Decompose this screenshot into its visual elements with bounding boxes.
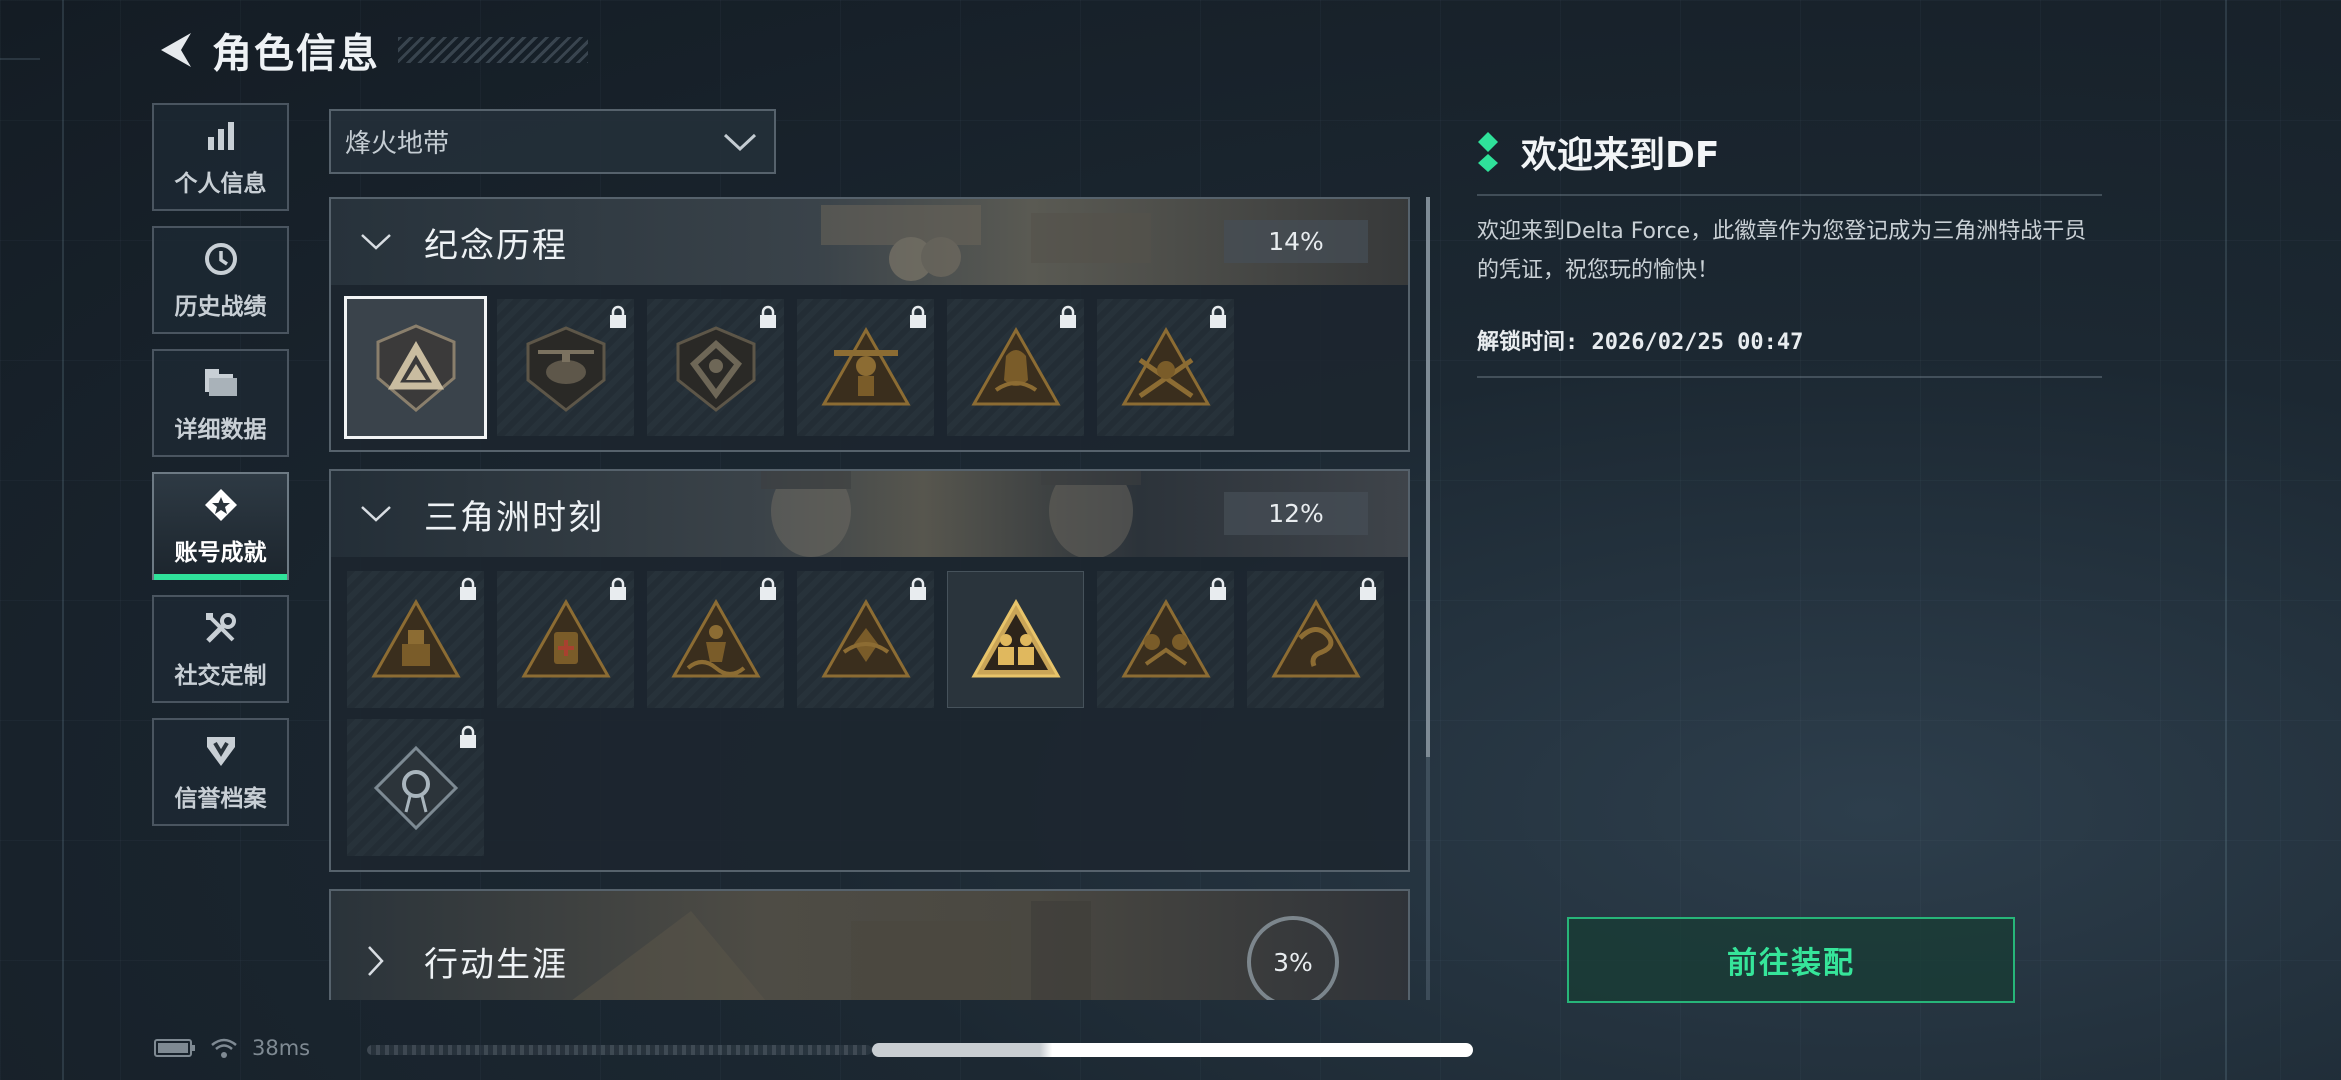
chevron-right-icon — [356, 945, 396, 977]
sidebar-item-credit[interactable]: 信誉档案 — [152, 718, 289, 826]
lock-icon — [1210, 305, 1226, 328]
dropdown-value: 烽火地带 — [345, 129, 450, 159]
scrollbar-thumb[interactable] — [1426, 197, 1430, 757]
section-title: 纪念历程 — [424, 225, 568, 266]
winged-soldier-badge[interactable] — [797, 299, 934, 436]
section-title: 三角洲时刻 — [424, 497, 604, 538]
section-banner-art — [572, 901, 1091, 1000]
system-home-bar[interactable] — [367, 1043, 1473, 1057]
squad-badge[interactable] — [947, 571, 1084, 708]
sidebar-item-personal-info[interactable]: 个人信息 — [152, 103, 289, 211]
badge-grid — [331, 557, 1408, 870]
frame-line — [2225, 0, 2227, 1080]
chevron-down-icon — [356, 233, 396, 251]
sidebar-item-label: 个人信息 — [174, 171, 267, 197]
sidebar-item-label: 历史战绩 — [174, 294, 267, 320]
divider — [1477, 376, 2102, 378]
beast-squad-badge[interactable] — [1097, 571, 1234, 708]
sidebar-item-details[interactable]: 详细数据 — [152, 349, 289, 457]
unlock-time: 解锁时间: 2026/02/25 00:47 — [1477, 330, 1804, 355]
badge-detail-panel: 欢迎来到DF 欢迎来到Delta Force，此徽章作为您登记成为三角洲特战干员… — [1477, 124, 2102, 378]
tools-icon — [201, 608, 241, 648]
list-scrollbar[interactable] — [1426, 197, 1430, 1000]
home-indicator[interactable] — [872, 1043, 1473, 1057]
detail-title: 欢迎来到DF — [1521, 135, 1720, 176]
lock-icon — [610, 577, 626, 600]
section-progress: 3% — [1247, 916, 1339, 1000]
lock-icon — [910, 305, 926, 328]
credit-shield-icon — [201, 731, 241, 771]
folder-icon — [201, 362, 241, 402]
mode-select-dropdown[interactable]: 烽火地带 — [329, 109, 776, 174]
detail-description: 欢迎来到Delta Force，此徽章作为您登记成为三角洲特战干员的凭证，祝您玩… — [1477, 219, 2087, 283]
go-equip-button[interactable]: 前往装配 — [1567, 917, 2015, 1003]
section-header[interactable]: 行动生涯 3% — [331, 891, 1408, 1000]
wave-fighter-badge[interactable] — [647, 571, 784, 708]
bar-chart-icon — [201, 116, 241, 156]
lotus-badge[interactable] — [797, 571, 934, 708]
achievement-list[interactable]: 纪念历程 14% 三角洲时刻 12% 行动生涯 3% — [329, 197, 1410, 1000]
lock-icon — [910, 577, 926, 600]
lock-icon — [610, 305, 626, 328]
wifi-icon — [211, 1038, 237, 1058]
section-header[interactable]: 三角洲时刻 12% — [331, 471, 1408, 557]
lock-icon — [460, 577, 476, 600]
history-clock-icon — [201, 239, 241, 279]
sidebar-item-label: 账号成就 — [174, 540, 267, 566]
lock-icon — [460, 725, 476, 748]
back-button[interactable] — [150, 24, 202, 76]
title-decoration — [398, 37, 588, 63]
rose-diamond-badge[interactable] — [347, 719, 484, 856]
lock-icon — [1360, 577, 1376, 600]
sidebar-item-label: 详细数据 — [174, 417, 267, 443]
detail-header: 欢迎来到DF — [1477, 124, 2102, 180]
section-banner-art — [821, 205, 1151, 281]
crossed-rifles-badge[interactable] — [1097, 299, 1234, 436]
frame-line — [0, 58, 40, 60]
badge-grid — [331, 285, 1408, 450]
sidebar-item-achievements[interactable]: 账号成就 — [152, 472, 289, 580]
achievement-icon — [201, 485, 241, 525]
sidebar-item-label: 信誉档案 — [174, 786, 267, 812]
status-bar: 38ms — [154, 1033, 310, 1063]
achievement-section: 三角洲时刻 12% — [329, 469, 1410, 872]
achievement-section: 行动生涯 3% — [329, 889, 1410, 1000]
dragon-badge[interactable] — [1247, 571, 1384, 708]
page-title: 角色信息 — [212, 31, 380, 77]
lock-icon — [760, 577, 776, 600]
operator-portrait-badge[interactable] — [947, 299, 1084, 436]
medic-badge[interactable] — [497, 571, 634, 708]
notification-strip — [367, 1045, 872, 1055]
divider — [1477, 194, 2102, 196]
delta-emblem-badge[interactable] — [344, 296, 487, 439]
section-progress: 12% — [1224, 492, 1368, 535]
ping-value: 38ms — [252, 1036, 311, 1060]
lock-icon — [1060, 305, 1076, 328]
back-arrow-icon — [161, 33, 191, 67]
sidebar-item-history[interactable]: 历史战绩 — [152, 226, 289, 334]
section-progress: 14% — [1224, 220, 1368, 263]
lock-icon — [760, 305, 776, 328]
hex-emblem-badge[interactable] — [647, 299, 784, 436]
page-header: 角色信息 — [150, 22, 588, 78]
achievement-section: 纪念历程 14% — [329, 197, 1410, 452]
diamond-marker-icon — [1478, 132, 1498, 172]
chevron-down-icon — [356, 505, 396, 523]
helicopter-badge[interactable] — [497, 299, 634, 436]
lock-icon — [1210, 577, 1226, 600]
section-header[interactable]: 纪念历程 14% — [331, 199, 1408, 285]
battery-icon — [154, 1039, 195, 1057]
frame-line — [62, 0, 64, 1080]
soldier-triangle-badge[interactable] — [347, 571, 484, 708]
chevron-down-icon — [723, 133, 757, 151]
sidebar-item-social[interactable]: 社交定制 — [152, 595, 289, 703]
sidebar-item-label: 社交定制 — [174, 663, 267, 689]
section-title: 行动生涯 — [424, 944, 568, 985]
sidebar: 个人信息 历史战绩 详细数据 账号成就 社交定制 信誉档案 — [152, 103, 289, 841]
